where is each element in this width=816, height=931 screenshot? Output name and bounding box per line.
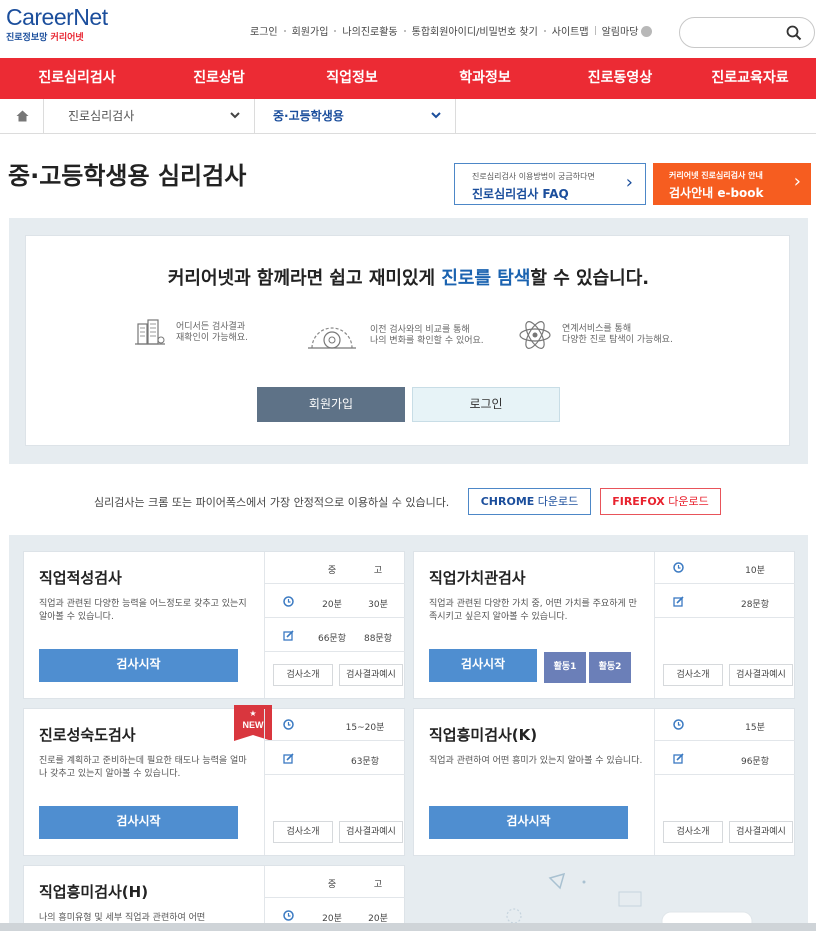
result-example-button[interactable]: 검사결과예시 xyxy=(729,664,793,686)
clock-icon xyxy=(673,719,684,730)
chevron-down-icon xyxy=(431,112,441,119)
building-icon xyxy=(135,319,165,345)
feature-item: 이전 검사와의 비교를 통해 나의 변화를 확인할 수 있어요. xyxy=(304,318,484,354)
result-example-button[interactable]: 검사결과예시 xyxy=(339,664,403,686)
ebook-sub: 커리어넷 진로심리검사 안내 xyxy=(669,171,763,180)
nav-video[interactable]: 진로동영상 xyxy=(580,58,660,99)
faq-sub: 진로심리검사 이용방법이 궁금하다면 xyxy=(472,172,595,181)
logo-sub-b: 커리어넷 xyxy=(50,33,84,43)
start-test-button[interactable]: 검사시작 xyxy=(39,649,238,682)
logo-sub-a: 진로정보망 xyxy=(6,33,51,43)
test-desc: 직업과 관련된 다양한 가치 중, 어떤 가치를 주요하게 만족시키고 싶은지 … xyxy=(429,599,637,622)
test-name: 직업흥미검사(H) xyxy=(39,883,149,901)
home-button[interactable] xyxy=(0,99,44,133)
signup-button[interactable]: 회원가입 xyxy=(257,387,405,422)
start-test-button[interactable]: 검사시작 xyxy=(429,806,628,839)
result-example-button[interactable]: 검사결과예시 xyxy=(729,821,793,843)
clock-icon xyxy=(283,596,294,607)
nav-edu-material[interactable]: 진로교육자료 xyxy=(704,58,796,99)
start-test-button[interactable]: 검사시작 xyxy=(429,649,537,682)
top-header: CareerNet 진로정보망 커리어넷 로그인 회원가입 나의진로활동 통합회… xyxy=(0,0,816,58)
edit-icon xyxy=(283,753,294,764)
faq-main: 진로심리검사 FAQ xyxy=(472,187,569,201)
horizontal-scrollbar[interactable] xyxy=(0,923,816,931)
test-intro-button[interactable]: 검사소개 xyxy=(273,821,333,843)
nav-job-info[interactable]: 직업정보 xyxy=(320,58,384,99)
edit-icon xyxy=(283,630,294,641)
link-sitemap[interactable]: 사이트맵 xyxy=(552,23,589,38)
link-find-account[interactable]: 통합회원아이디/비밀번호 찾기 xyxy=(412,23,538,38)
test-name: 진로성숙도검사 xyxy=(39,726,136,744)
site-logo[interactable]: CareerNet 진로정보망 커리어넷 xyxy=(6,4,108,44)
chrome-download-button[interactable]: CHROME 다운로드 xyxy=(468,488,591,515)
breadcrumb-select-1[interactable]: 진로심리검사 xyxy=(44,99,255,133)
chevron-right-icon: › xyxy=(625,172,633,193)
test-card: 직업흥미검사(H) 나의 흥미유형 및 세부 직업과 관련하여 어떤 중고 20… xyxy=(23,865,405,931)
search-icon[interactable] xyxy=(786,25,802,41)
atom-icon xyxy=(519,321,551,349)
intro-headline: 커리어넷과 함께라면 쉽고 재미있게 진로를 탐색할 수 있습니다. xyxy=(167,268,650,289)
firefox-download-button[interactable]: FIREFOX 다운로드 xyxy=(600,488,721,515)
feature-item: 어디서든 검사결과 재확인이 가능해요. xyxy=(134,318,248,348)
test-intro-button[interactable]: 검사소개 xyxy=(663,664,723,686)
link-my-activity[interactable]: 나의진로활동 xyxy=(342,23,397,38)
utility-nav: 로그인 회원가입 나의진로활동 통합회원아이디/비밀번호 찾기 사이트맵 알림마… xyxy=(250,23,658,38)
clock-icon xyxy=(283,719,294,730)
svg-text:★: ★ xyxy=(249,709,256,718)
test-name: 직업흥미검사(K) xyxy=(429,726,538,744)
page-title: 중·고등학생용 심리검사 xyxy=(8,162,247,190)
login-button[interactable]: 로그인 xyxy=(412,387,560,422)
nav-major-info[interactable]: 학과정보 xyxy=(453,58,517,99)
test-card: 직업흥미검사(K) 직업과 관련하여 어떤 흥미가 있는지 알아볼 수 있습니다… xyxy=(413,708,795,856)
ebook-button[interactable]: 커리어넷 진로심리검사 안내 검사안내 e-book › xyxy=(653,163,811,205)
clock-icon xyxy=(283,910,294,921)
breadcrumb: 진로심리검사 중·고등학생용 xyxy=(0,99,816,134)
test-desc: 직업과 관련하여 어떤 흥미가 있는지 알아볼 수 있습니다. xyxy=(429,756,643,766)
link-notice[interactable]: 알림마당 xyxy=(602,23,653,38)
chevron-right-icon: › xyxy=(793,171,801,192)
chevron-down-icon xyxy=(230,112,240,119)
edit-icon xyxy=(673,753,684,764)
feature-item: 연계서비스를 통해 다양한 진로 탐색이 가능해요. xyxy=(518,318,673,352)
activity-1-button[interactable]: 활동1 xyxy=(544,652,586,683)
intro-card: 커리어넷과 함께라면 쉽고 재미있게 진로를 탐색할 수 있습니다. 어디서든 … xyxy=(25,235,790,446)
test-name: 직업적성검사 xyxy=(39,569,122,587)
link-login[interactable]: 로그인 xyxy=(250,23,278,38)
link-signup[interactable]: 회원가입 xyxy=(292,23,329,38)
bell-icon xyxy=(641,26,653,37)
test-name: 직업가치관검사 xyxy=(429,569,526,587)
faq-button[interactable]: 진로심리검사 이용방법이 궁금하다면 진로심리검사 FAQ › xyxy=(454,163,646,205)
clock-icon xyxy=(673,562,684,573)
breadcrumb-label-1: 진로심리검사 xyxy=(68,109,135,123)
browser-note: 심리검사는 크롬 또는 파이어폭스에서 가장 안정적으로 이용하실 수 있습니다… xyxy=(94,496,450,509)
decorative-illustration xyxy=(506,872,782,931)
logo-text: CareerNet xyxy=(6,4,108,30)
nav-psych-test[interactable]: 진로심리검사 xyxy=(37,58,117,99)
breadcrumb-label-2: 중·고등학생용 xyxy=(273,109,344,123)
svg-text:NEW: NEW xyxy=(243,720,265,730)
link-notice-label: 알림마당 xyxy=(601,27,639,38)
edit-icon xyxy=(673,596,684,607)
test-card: 진로성숙도검사 진로를 계획하고 준비하는데 필요한 태도나 능력을 얼마나 갖… xyxy=(23,705,405,856)
result-example-button[interactable]: 검사결과예시 xyxy=(339,821,403,843)
test-intro-button[interactable]: 검사소개 xyxy=(273,664,333,686)
test-intro-button[interactable]: 검사소개 xyxy=(663,821,723,843)
activity-2-button[interactable]: 활동2 xyxy=(589,652,631,683)
gear-icon xyxy=(308,327,356,349)
breadcrumb-select-2[interactable]: 중·고등학생용 xyxy=(255,99,456,133)
search-input[interactable] xyxy=(679,17,815,48)
test-desc: 직업과 관련된 다양한 능력을 어느정도로 갖추고 있는지 알아볼 수 있습니다… xyxy=(39,599,247,622)
main-nav: 진로심리검사 진로상담 직업정보 학과정보 진로동영상 진로교육자료 xyxy=(0,58,816,99)
start-test-button[interactable]: 검사시작 xyxy=(39,806,238,839)
test-card: 직업적성검사 직업과 관련된 다양한 능력을 어느정도로 갖추고 있는지 알아볼… xyxy=(23,551,405,699)
ebook-main: 검사안내 e-book xyxy=(669,186,764,200)
test-card: 직업가치관검사 직업과 관련된 다양한 가치 중, 어떤 가치를 주요하게 만족… xyxy=(413,551,795,699)
nav-counseling[interactable]: 진로상담 xyxy=(187,58,251,99)
test-desc: 진로를 계획하고 준비하는데 필요한 태도나 능력을 얼마나 갖추고 있는지 알… xyxy=(39,756,247,779)
home-icon xyxy=(16,110,29,122)
